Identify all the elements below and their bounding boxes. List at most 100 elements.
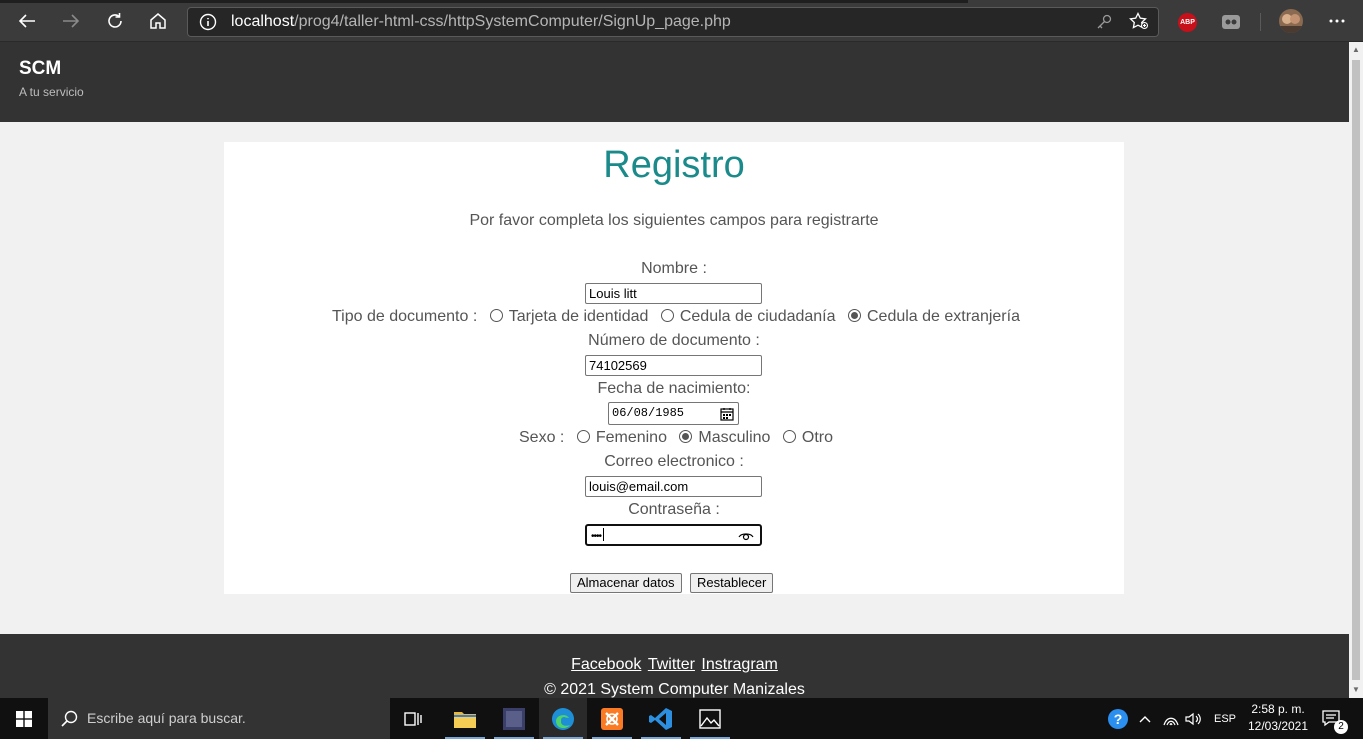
photos-app[interactable] [686, 698, 734, 739]
help-tray-icon[interactable]: ? [1107, 698, 1129, 739]
birthdate-input[interactable]: 06/08/1985 [608, 402, 739, 425]
clock-date: 12/03/2021 [1247, 719, 1309, 733]
birthdate-value: 06/08/1985 [612, 406, 685, 420]
edge-icon [552, 707, 574, 730]
adblock-extension-icon[interactable]: ABP [1178, 13, 1197, 32]
tab-strip-edge [0, 0, 968, 3]
site-info-icon[interactable] [198, 13, 218, 31]
show-hidden-icons-chevron-icon[interactable] [1139, 698, 1151, 739]
reset-button[interactable]: Restablecer [690, 573, 774, 593]
site-footer: Facebook Twitter Instragram © 2021 Syste… [0, 634, 1349, 698]
password-value: •••• [591, 531, 602, 542]
email-label: Correo electronico : [604, 453, 744, 470]
text-cursor [603, 528, 605, 541]
forward-arrow-icon [63, 14, 80, 28]
refresh-icon [108, 13, 122, 28]
birthdate-label: Fecha de nacimiento: [597, 380, 751, 397]
app-thumbnail-icon [503, 707, 525, 730]
sex-option-label: Masculino [698, 429, 771, 446]
sex-label: Sexo : [519, 429, 565, 446]
calendar-icon[interactable] [720, 407, 734, 421]
sex-radio-masculino[interactable] [679, 430, 693, 443]
system-clock[interactable]: 2:58 p. m. 12/03/2021 [1240, 701, 1316, 735]
sex-group: Sexo : Femenino Masculino Otro [224, 429, 1124, 447]
email-input[interactable] [585, 476, 762, 497]
show-password-eye-icon[interactable] [738, 530, 754, 542]
language-indicator[interactable]: ESP [1214, 698, 1236, 739]
photos-icon [699, 708, 721, 729]
submit-button[interactable]: Almacenar datos [570, 573, 682, 593]
xampp-icon [601, 707, 623, 730]
svg-text:?: ? [1114, 711, 1123, 727]
password-input[interactable]: •••• [585, 524, 762, 546]
form-subtitle: Por favor completa los siguientes campos… [469, 212, 879, 229]
scroll-down-icon[interactable]: ▼ [1352, 686, 1360, 694]
doc-type-radio-ciudadania[interactable] [660, 309, 674, 322]
name-input[interactable] [585, 283, 762, 304]
forward-button[interactable] [58, 8, 84, 34]
home-button[interactable] [145, 8, 171, 34]
doc-number-label: Número de documento : [588, 332, 760, 349]
doc-type-option-label: Cedula de ciudadanía [679, 308, 836, 325]
volume-icon[interactable] [1185, 698, 1201, 739]
browser-toolbar: localhost/prog4/taller-html-css/httpSyst… [0, 0, 1363, 42]
app-window-icon[interactable] [490, 698, 538, 739]
sex-radio-otro[interactable] [782, 430, 796, 443]
twitter-link[interactable]: Twitter [648, 656, 695, 673]
back-arrow-icon [18, 14, 35, 28]
profile-avatar[interactable] [1279, 9, 1303, 33]
file-explorer-app[interactable] [441, 698, 489, 739]
scroll-up-icon[interactable]: ▲ [1352, 46, 1360, 54]
name-label: Nombre : [641, 260, 707, 277]
notification-count-badge: 2 [1334, 720, 1348, 734]
copyright-text: © 2021 System Computer Manizales [544, 681, 805, 698]
xampp-app[interactable] [588, 698, 636, 739]
form-title: Registro [603, 144, 745, 186]
vscode-app[interactable] [637, 698, 685, 739]
address-bar[interactable]: localhost/prog4/taller-html-css/httpSyst… [187, 7, 1159, 37]
search-placeholder: Escribe aquí para buscar. [87, 710, 246, 726]
instagram-link[interactable]: Instragram [701, 656, 777, 673]
back-button[interactable] [14, 8, 40, 34]
social-links: Facebook Twitter Instragram [0, 656, 1349, 674]
doc-type-radio-tarjeta[interactable] [489, 309, 503, 322]
refresh-button[interactable] [102, 8, 128, 34]
favorite-star-icon[interactable] [1129, 12, 1149, 30]
toolbar-divider [1260, 13, 1261, 31]
edge-browser-app[interactable] [539, 698, 587, 739]
key-icon[interactable] [1094, 13, 1114, 31]
url-host: localhost [231, 13, 295, 30]
facebook-link[interactable]: Facebook [571, 656, 641, 673]
site-header: SCM A tu servicio [0, 42, 1349, 122]
url-path: /prog4/taller-html-css/httpSystemCompute… [294, 13, 731, 30]
folder-icon [454, 711, 476, 728]
doc-type-label: Tipo de documento : [332, 308, 478, 325]
site-tagline: A tu servicio [19, 85, 84, 99]
doc-number-input[interactable] [585, 355, 762, 376]
task-view-button[interactable] [390, 698, 438, 739]
clock-time: 2:58 p. m. [1251, 702, 1305, 716]
start-button[interactable] [0, 698, 48, 739]
notification-center-icon[interactable]: 2 [1322, 698, 1348, 739]
doc-type-option-label: Tarjeta de identidad [508, 308, 649, 325]
windows-taskbar: Escribe aquí para buscar. ? ESP 2:58 p. … [0, 698, 1363, 739]
sex-option-label: Femenino [595, 429, 667, 446]
doc-type-group: Tipo de documento : Tarjeta de identidad… [224, 308, 1124, 326]
extension-icon[interactable] [1222, 15, 1240, 29]
page-viewport: SCM A tu servicio Registro Por favor com… [0, 42, 1349, 698]
password-label: Contraseña : [628, 501, 720, 518]
home-icon [150, 13, 166, 29]
doc-type-radio-extranjeria[interactable] [847, 309, 861, 322]
more-menu-icon[interactable] [1328, 12, 1346, 30]
sex-option-label: Otro [801, 429, 834, 446]
windows-logo-icon [16, 710, 32, 727]
task-view-icon [404, 711, 422, 726]
taskbar-search[interactable]: Escribe aquí para buscar. [48, 698, 390, 739]
scrollbar-thumb[interactable] [1352, 60, 1360, 680]
network-icon[interactable] [1163, 698, 1179, 739]
sex-radio-femenino[interactable] [576, 430, 590, 443]
page-scrollbar[interactable]: ▲ ▼ [1349, 42, 1363, 698]
vscode-icon [649, 707, 672, 730]
doc-type-option-label: Cedula de extranjería [866, 308, 1020, 325]
site-title: SCM [19, 58, 62, 79]
